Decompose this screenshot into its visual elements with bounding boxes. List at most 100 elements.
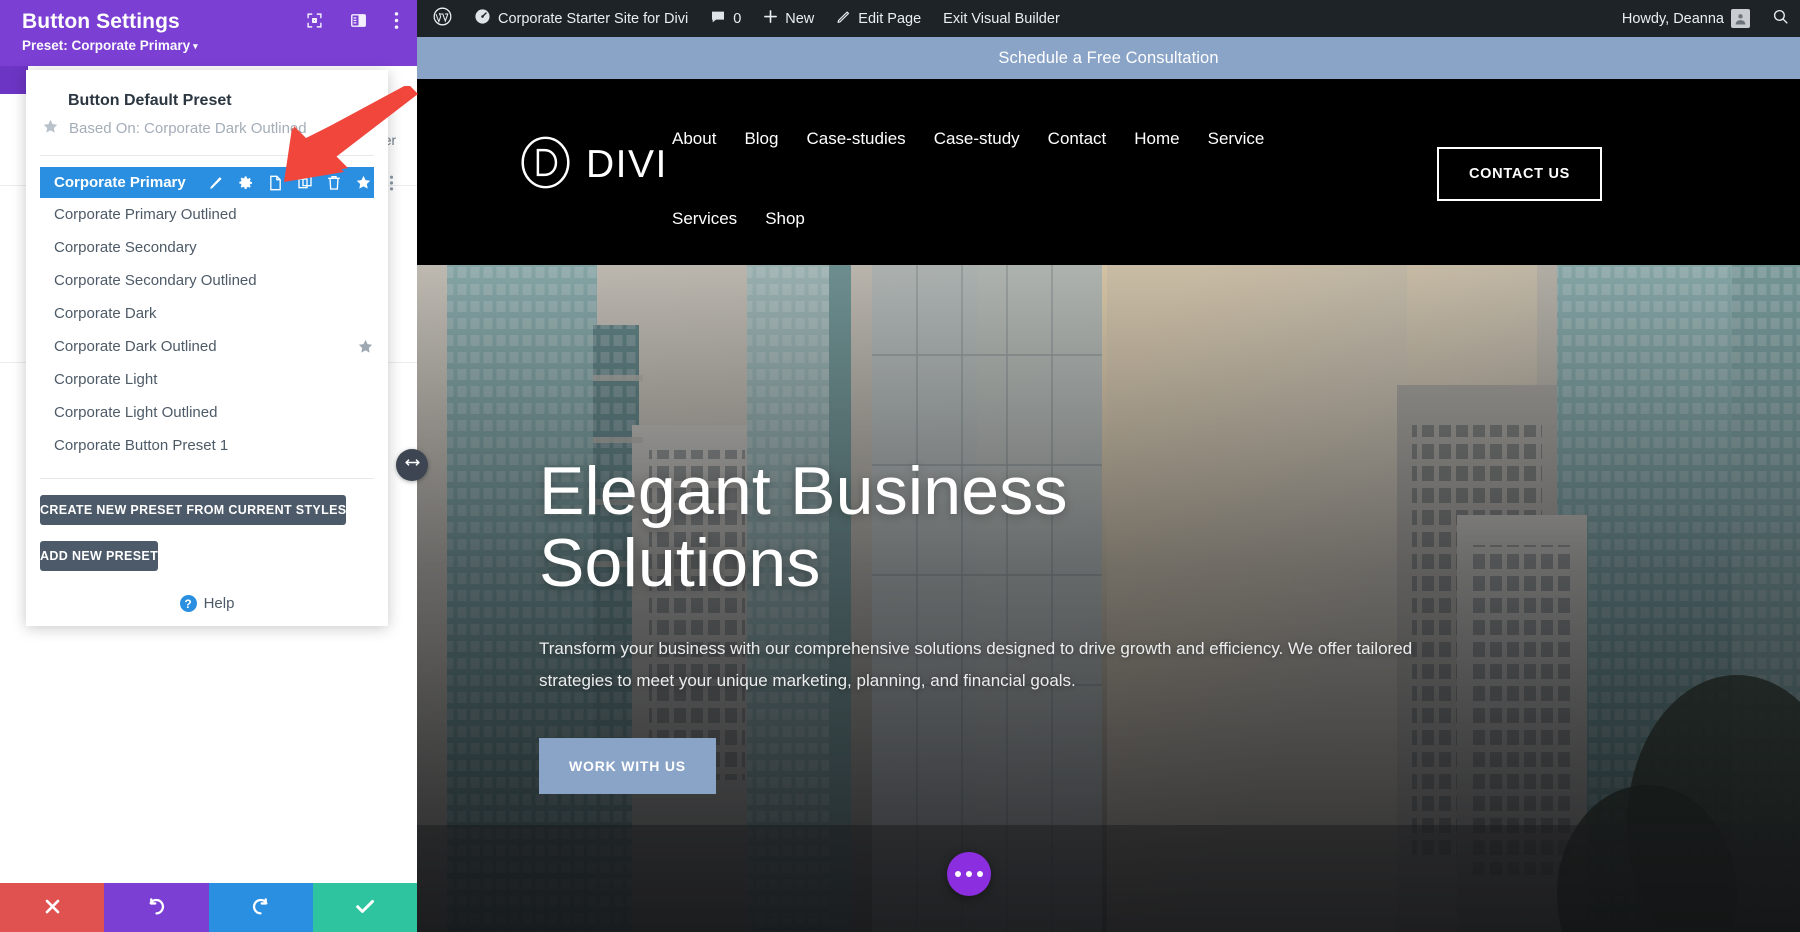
primary-nav: About Blog Case-studies Case-study Conta… (672, 99, 1302, 259)
wordpress-logo-menu[interactable] (417, 0, 463, 37)
button-settings-panel: er Button Settings Preset: Corporate Pri… (0, 0, 417, 932)
list-divider (40, 478, 374, 479)
close-icon (43, 897, 62, 919)
announcement-text: Schedule a Free Consultation (998, 48, 1219, 67)
nav-item-case-studies[interactable]: Case-studies (806, 99, 905, 179)
howdy-label: Howdy, Deanna (1621, 10, 1724, 27)
nav-item-contact[interactable]: Contact (1048, 99, 1107, 179)
save-button[interactable] (312, 883, 417, 932)
site-logo[interactable]: DIVI (517, 134, 668, 196)
preset-item-corporate-primary[interactable]: Corporate Primary (40, 167, 394, 198)
duplicate-icon[interactable] (297, 175, 313, 191)
favorite-icon[interactable] (355, 174, 372, 191)
default-preset-star-icon[interactable] (357, 338, 374, 355)
preset-item-label: Corporate Primary Outlined (54, 206, 237, 223)
delete-icon[interactable] (327, 175, 341, 191)
horizontal-arrows-icon (403, 453, 422, 477)
nav-item-blog[interactable]: Blog (744, 99, 778, 179)
plus-icon (763, 9, 778, 28)
nav-item-home[interactable]: Home (1134, 99, 1179, 179)
wordpress-icon (433, 7, 452, 30)
panel-header: Button Settings Preset: Corporate Primar… (0, 0, 417, 66)
redo-icon (250, 896, 271, 920)
logo-text: DIVI (586, 143, 668, 186)
preset-item-corporate-secondary[interactable]: Corporate Secondary (26, 231, 388, 264)
settings-icon[interactable] (238, 175, 254, 191)
site-header: DIVI About Blog Case-studies Case-study … (417, 79, 1800, 265)
based-on-label: Based On: Corporate Dark Outlined (69, 120, 307, 137)
nav-item-service[interactable]: Service (1208, 99, 1265, 179)
preset-item-corporate-light-outlined[interactable]: Corporate Light Outlined (26, 396, 388, 429)
comments-menu[interactable]: 0 (699, 0, 752, 37)
visual-builder-preview: Corporate Starter Site for Divi 0 New Ed… (417, 0, 1800, 932)
edit-icon[interactable] (208, 175, 224, 191)
preset-dropdown: Button Default Preset Based On: Corporat… (26, 70, 394, 626)
dot-3-icon (977, 871, 983, 877)
preset-item-label: Corporate Secondary Outlined (54, 272, 257, 289)
preset-item-label: Corporate Dark (54, 305, 157, 322)
redo-button[interactable] (208, 883, 313, 932)
preset-item-corporate-primary-outlined[interactable]: Corporate Primary Outlined (26, 198, 388, 231)
cancel-button[interactable] (0, 883, 105, 932)
focus-icon[interactable] (306, 12, 323, 29)
dot-1-icon (955, 871, 961, 877)
preset-prefix-label: Preset: (22, 38, 68, 53)
preset-item-label: Corporate Primary (54, 174, 186, 191)
hero-heading-line2: Solutions (539, 525, 821, 602)
help-icon: ? (179, 595, 197, 612)
rename-icon[interactable] (268, 175, 283, 191)
panel-action-bar (0, 883, 417, 932)
based-on-row: Based On: Corporate Dark Outlined (26, 110, 388, 139)
add-new-preset-button[interactable]: ADD NEW PRESET (40, 541, 159, 571)
avatar (1731, 9, 1750, 28)
announcement-bar[interactable]: Schedule a Free Consultation (417, 37, 1800, 79)
nav-item-case-study[interactable]: Case-study (934, 99, 1020, 179)
preset-item-corporate-light[interactable]: Corporate Light (26, 363, 388, 396)
new-content-menu[interactable]: New (752, 0, 825, 37)
create-new-preset-button[interactable]: CREATE NEW PRESET FROM CURRENT STYLES (40, 495, 347, 525)
search-button[interactable] (1761, 0, 1800, 37)
comment-bubble-icon (710, 9, 726, 29)
preset-item-more-icon[interactable] (389, 174, 394, 191)
admin-bar-right: Howdy, Deanna (1606, 0, 1800, 37)
preset-item-corporate-secondary-outlined[interactable]: Corporate Secondary Outlined (26, 264, 388, 297)
panel-preset-line[interactable]: Preset: Corporate Primary ▾ (22, 38, 395, 53)
contact-us-button[interactable]: CONTACT US (1437, 147, 1602, 201)
check-icon (354, 895, 376, 920)
account-menu[interactable]: Howdy, Deanna (1606, 0, 1761, 37)
wordpress-admin-bar: Corporate Starter Site for Divi 0 New Ed… (417, 0, 1800, 37)
help-link[interactable]: ? Help (26, 595, 388, 612)
edit-page-menu[interactable]: Edit Page (825, 0, 932, 37)
dot-2-icon (966, 871, 972, 877)
panel-accent-strip (0, 66, 28, 94)
preset-list: Corporate Primary Corporate Primary Outl… (26, 156, 394, 462)
preset-item-label: Corporate Light (54, 371, 158, 388)
hero-heading: Elegant Business Solutions (539, 455, 1499, 599)
new-label: New (785, 10, 815, 27)
dropdown-header: Button Default Preset Based On: Corporat… (26, 70, 388, 156)
nav-item-shop[interactable]: Shop (765, 179, 805, 259)
preset-item-label: Corporate Light Outlined (54, 404, 218, 421)
nav-item-services[interactable]: Services (672, 179, 737, 259)
panel-header-icons (306, 11, 399, 30)
exit-builder-label: Exit Visual Builder (943, 10, 1060, 27)
preset-item-corporate-dark-outlined[interactable]: Corporate Dark Outlined (26, 330, 388, 363)
nav-item-about[interactable]: About (672, 99, 716, 179)
site-name-menu[interactable]: Corporate Starter Site for Divi (463, 0, 699, 37)
layout-toggle-icon[interactable] (350, 12, 367, 29)
work-with-us-button[interactable]: WORK WITH US (539, 738, 716, 795)
more-options-icon[interactable] (394, 11, 399, 30)
help-label: Help (203, 595, 235, 612)
panel-resize-handle[interactable] (396, 449, 428, 481)
site-name-label: Corporate Starter Site for Divi (498, 10, 689, 27)
chevron-down-icon: ▾ (193, 40, 198, 51)
preset-item-corporate-button-preset-1[interactable]: Corporate Button Preset 1 (26, 429, 388, 462)
builder-menu-fab[interactable] (947, 852, 991, 896)
undo-icon (146, 896, 167, 920)
star-icon (42, 118, 59, 139)
undo-button[interactable] (104, 883, 209, 932)
exit-visual-builder[interactable]: Exit Visual Builder (932, 0, 1071, 37)
hero-heading-line1: Elegant Business (539, 453, 1068, 529)
preset-item-corporate-dark[interactable]: Corporate Dark (26, 297, 388, 330)
pencil-icon (836, 9, 851, 28)
